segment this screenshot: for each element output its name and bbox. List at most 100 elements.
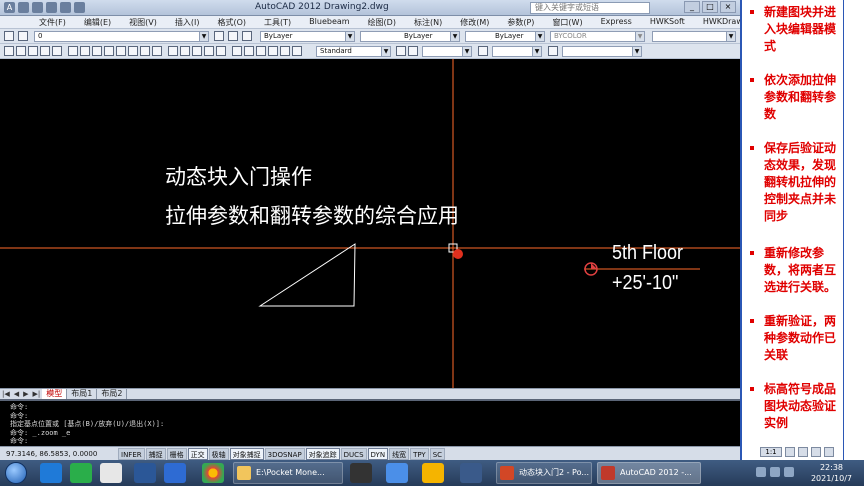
annotation-visibility-icon[interactable] xyxy=(785,447,795,457)
revision-cloud-icon[interactable] xyxy=(92,46,102,56)
annotation-scale-icon[interactable]: 1:1 xyxy=(760,447,782,457)
toggle-ortho[interactable]: 正交 xyxy=(187,447,208,460)
layer-previous-icon[interactable] xyxy=(228,31,238,41)
erase-icon[interactable] xyxy=(232,46,242,56)
menu-modify[interactable]: 修改(M) xyxy=(451,16,498,28)
tab-nav-next[interactable]: ▶ xyxy=(21,390,30,398)
dim-style-icon[interactable] xyxy=(408,46,418,56)
toolbar-lock-icon[interactable] xyxy=(811,447,821,457)
clean-screen-icon[interactable] xyxy=(824,447,834,457)
tab-model[interactable]: 模型 xyxy=(42,389,68,399)
menu-insert[interactable]: 插入(I) xyxy=(166,16,209,28)
pinterest-icon[interactable] xyxy=(100,463,122,483)
workspace-gear-icon[interactable] xyxy=(798,447,808,457)
taskbar-window-powerpoint[interactable]: 动态块入门2 - Po... xyxy=(496,462,592,484)
plotstyle-select[interactable]: BYCOLOR ▼ xyxy=(550,31,645,42)
layer-select[interactable]: 0 ▼ xyxy=(34,31,209,42)
ellipse-icon[interactable] xyxy=(116,46,126,56)
help-search-input[interactable]: 键入关键字或短语 xyxy=(530,2,650,14)
drawing-canvas[interactable]: 动态块入门操作 拉伸参数和翻转参数的综合应用 5th Floor +25'-10… xyxy=(0,59,740,388)
menu-express[interactable]: Express xyxy=(592,16,641,28)
maximize-button[interactable]: □ xyxy=(702,1,718,13)
polyline-icon[interactable] xyxy=(28,46,38,56)
toggle-otrack[interactable]: 对象追踪 xyxy=(305,447,340,460)
table-style-icon[interactable] xyxy=(478,46,488,56)
network-icon[interactable] xyxy=(386,463,408,483)
menu-file[interactable]: 文件(F) xyxy=(30,16,75,28)
print-icon[interactable] xyxy=(46,2,57,13)
rectangle-icon[interactable] xyxy=(52,46,62,56)
start-button[interactable] xyxy=(5,462,27,484)
qq-icon[interactable] xyxy=(40,463,62,483)
color-select[interactable]: ByLayer ▼ xyxy=(260,31,355,42)
app-icon[interactable] xyxy=(460,463,482,483)
array-icon[interactable] xyxy=(280,46,290,56)
word-icon[interactable] xyxy=(134,463,156,483)
layer-manager-icon[interactable] xyxy=(4,31,14,41)
wps-icon[interactable] xyxy=(422,463,444,483)
menu-dimension[interactable]: 标注(N) xyxy=(405,16,451,28)
point-icon[interactable] xyxy=(152,46,162,56)
mirror-icon[interactable] xyxy=(256,46,266,56)
hatch-icon[interactable] xyxy=(168,46,178,56)
toggle-infer[interactable]: INFER xyxy=(118,447,145,460)
arc-icon[interactable] xyxy=(68,46,78,56)
toggle-tpy[interactable]: TPY xyxy=(410,447,429,460)
tray-network-icon[interactable] xyxy=(770,467,780,477)
tab-nav-last[interactable]: ▶| xyxy=(31,390,43,398)
app-menu-icon[interactable]: A xyxy=(4,2,15,13)
linetype-select[interactable]: ByLayer ▼ xyxy=(360,31,460,42)
circle-icon[interactable] xyxy=(80,46,90,56)
multileader-style-select[interactable]: ▼ xyxy=(562,46,642,57)
insert-block-icon[interactable] xyxy=(128,46,138,56)
extra-select[interactable]: ▼ xyxy=(652,31,736,42)
taskbar-window-explorer[interactable]: E:\Pocket Mone... xyxy=(233,462,343,484)
app-icon[interactable] xyxy=(164,463,186,483)
region-icon[interactable] xyxy=(192,46,202,56)
toggle-lineweight[interactable]: 线宽 xyxy=(389,447,410,460)
toggle-polar[interactable]: 极轴 xyxy=(208,447,229,460)
menu-view[interactable]: 视图(V) xyxy=(120,16,166,28)
polygon-icon[interactable] xyxy=(40,46,50,56)
grip-point[interactable] xyxy=(453,249,463,259)
tab-layout1[interactable]: 布局1 xyxy=(67,389,98,399)
redo-icon[interactable] xyxy=(74,2,85,13)
construction-line-icon[interactable] xyxy=(16,46,26,56)
multileader-style-icon[interactable] xyxy=(548,46,558,56)
toggle-sc[interactable]: SC xyxy=(429,447,446,460)
layer-state-icon[interactable] xyxy=(18,31,28,41)
toggle-ducs[interactable]: DUCS xyxy=(340,447,367,460)
recorder-icon[interactable] xyxy=(350,463,372,483)
tab-nav-first[interactable]: |◀ xyxy=(0,390,12,398)
taskbar-window-autocad[interactable]: AutoCAD 2012 -... xyxy=(597,462,701,484)
mtext-icon[interactable] xyxy=(216,46,226,56)
toggle-dyn[interactable]: DYN xyxy=(367,447,389,460)
toggle-3dosnap[interactable]: 3DOSNAP xyxy=(264,447,305,460)
offset-icon[interactable] xyxy=(268,46,278,56)
minimize-button[interactable]: _ xyxy=(684,1,700,13)
close-button[interactable]: × xyxy=(720,1,736,13)
tray-volume-icon[interactable] xyxy=(784,467,794,477)
system-clock[interactable]: 22:38 2021/10/7 xyxy=(811,462,852,484)
menu-draw[interactable]: 绘图(D) xyxy=(359,16,405,28)
table-style-select[interactable]: ▼ xyxy=(492,46,542,57)
menu-parametric[interactable]: 参数(P) xyxy=(498,16,543,28)
command-prompt[interactable]: 命令: xyxy=(10,437,740,446)
menu-bluebeam[interactable]: Bluebeam xyxy=(300,16,358,28)
move-icon[interactable] xyxy=(292,46,302,56)
chrome-icon[interactable] xyxy=(202,463,224,483)
menu-tools[interactable]: 工具(T) xyxy=(255,16,300,28)
copy-icon[interactable] xyxy=(244,46,254,56)
toggle-grid[interactable]: 栅格 xyxy=(166,447,187,460)
make-block-icon[interactable] xyxy=(140,46,150,56)
make-current-icon[interactable] xyxy=(214,31,224,41)
gradient-icon[interactable] xyxy=(180,46,190,56)
line-tool-icon[interactable] xyxy=(4,46,14,56)
triangle-shape[interactable] xyxy=(258,243,356,307)
text-style-select[interactable]: Standard ▼ xyxy=(316,46,391,57)
lineweight-select[interactable]: ByLayer ▼ xyxy=(465,31,545,42)
menu-hwksoft[interactable]: HWKSoft xyxy=(641,16,694,28)
menu-format[interactable]: 格式(O) xyxy=(208,16,255,28)
toggle-osnap[interactable]: 对象捕捉 xyxy=(229,447,264,460)
menu-edit[interactable]: 编辑(E) xyxy=(75,16,120,28)
